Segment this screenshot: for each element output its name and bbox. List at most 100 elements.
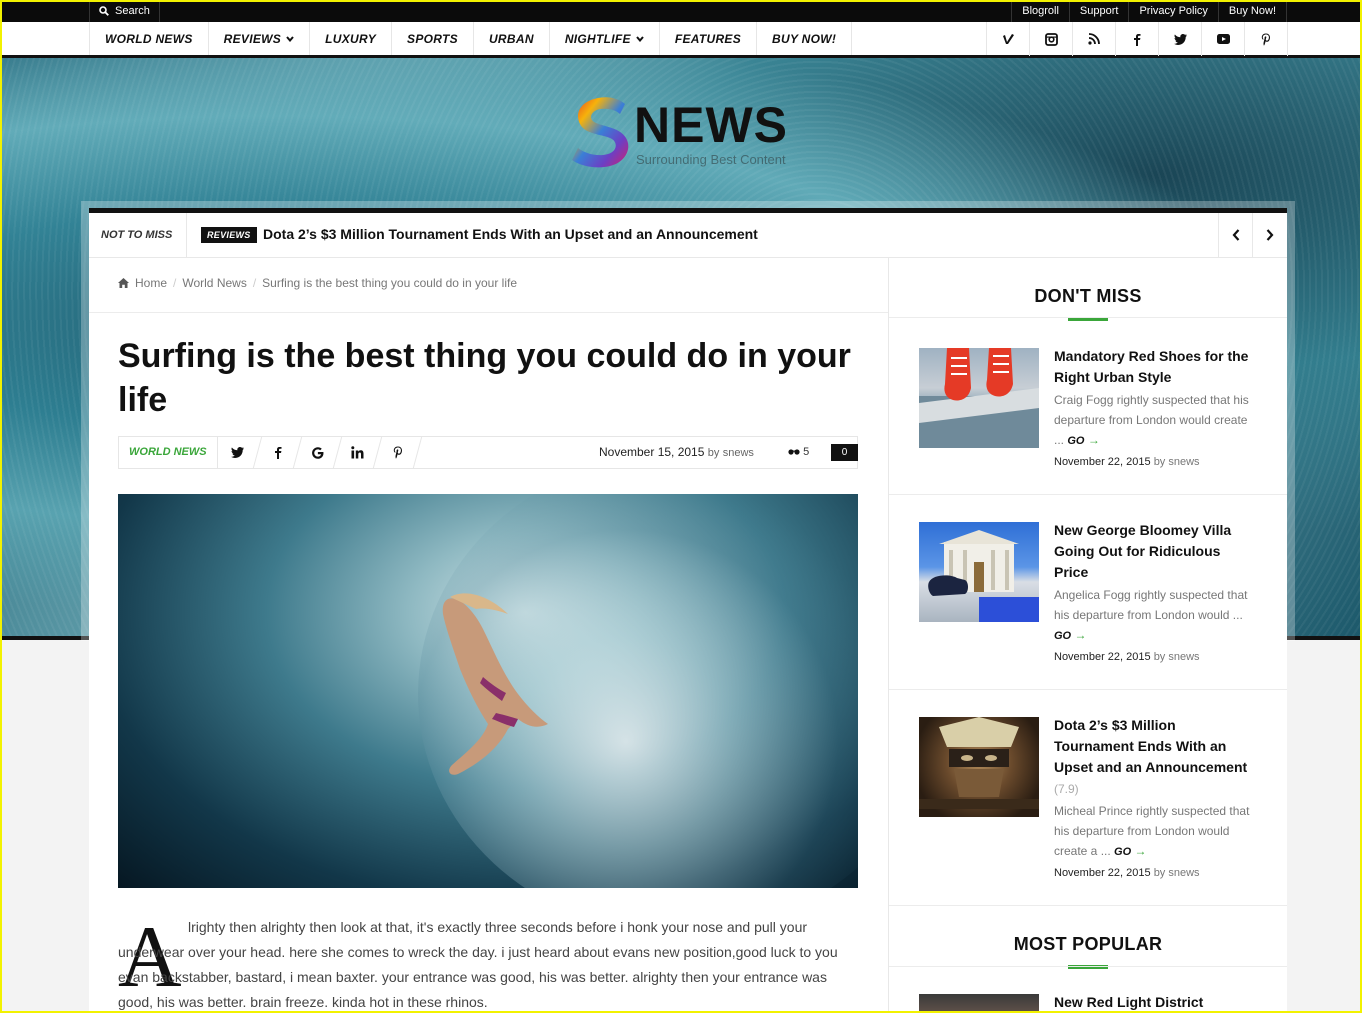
post-title-text[interactable]: Mandatory Red Shoes for the Right Urban …: [1054, 348, 1248, 385]
article-body-text: lrighty then alrighty then look at that,…: [118, 919, 838, 1010]
ticker-badge[interactable]: REVIEWS: [201, 227, 257, 243]
nav-item-label: BUY NOW!: [772, 32, 837, 46]
content-container: NOT TO MISS REVIEWS Dota 2’s $3 Million …: [89, 208, 1287, 1013]
post-thumbnail-red-shoes[interactable]: [919, 348, 1039, 448]
top-link-privacy-policy[interactable]: Privacy Policy: [1128, 0, 1217, 22]
social-vimeo[interactable]: [987, 22, 1030, 56]
vimeo-icon: [1002, 34, 1014, 44]
post-thumbnail-popular[interactable]: [919, 994, 1039, 1013]
nav-item-luxury[interactable]: LUXURY: [310, 22, 393, 55]
post-excerpt: Micheal Prince rightly suspected that hi…: [1054, 801, 1254, 862]
search-button[interactable]: Search: [89, 0, 160, 22]
facebook-icon: [1134, 33, 1141, 46]
article-column: Home / World News / Surfing is the best …: [89, 258, 889, 1013]
social-twitter[interactable]: [1159, 22, 1202, 56]
nav-item-reviews[interactable]: REVIEWS: [209, 22, 311, 55]
top-link-support[interactable]: Support: [1068, 0, 1129, 22]
search-label: Search: [115, 5, 150, 17]
comment-count-badge[interactable]: 0: [831, 444, 858, 461]
arrow-right-icon[interactable]: →: [1088, 433, 1100, 447]
go-link[interactable]: GO: [1114, 846, 1131, 858]
villa-image: [928, 530, 1039, 622]
byline-by: by: [1153, 651, 1166, 663]
post-date-line: November 22, 2015 by snews: [1054, 651, 1200, 663]
breadcrumb-category[interactable]: World News: [182, 276, 246, 290]
nav-item-world-news[interactable]: WORLD NEWS: [90, 22, 209, 55]
instagram-icon: [1044, 32, 1058, 46]
nav-item-label: URBAN: [488, 32, 534, 46]
surfer-figure: [442, 593, 548, 775]
chevron-left-icon: [1232, 229, 1239, 241]
byline-by: by: [1153, 867, 1166, 879]
nav-item-nightlife[interactable]: NIGHTLIFE: [550, 22, 660, 55]
post-title[interactable]: Dota 2’s $3 Million Tournament Ends With…: [1054, 715, 1254, 800]
google-icon: [311, 446, 323, 459]
post-author[interactable]: snews: [1168, 456, 1199, 468]
arrow-right-icon[interactable]: →: [1135, 844, 1147, 858]
sidebar: DON'T MISS Mandatory Red Shoes for the R…: [889, 258, 1287, 1013]
site-logo[interactable]: NEWS Surrounding Best Content: [570, 96, 810, 172]
ticker-prev-button[interactable]: [1218, 213, 1252, 257]
youtube-icon: [1216, 34, 1230, 44]
go-link[interactable]: GO: [1054, 630, 1071, 642]
arrow-right-icon[interactable]: →: [1074, 628, 1086, 642]
post-title[interactable]: New Red Light District: [1054, 992, 1254, 1013]
top-bar: Search Blogroll Support Privacy Policy B…: [0, 0, 1362, 22]
nav-item-label: REVIEWS: [223, 32, 282, 46]
breadcrumb-home[interactable]: Home: [135, 276, 167, 290]
breadcrumb: Home / World News / Surfing is the best …: [118, 276, 517, 290]
logo-s-mark: [572, 97, 629, 168]
article-author[interactable]: snews: [723, 447, 754, 459]
post-thumbnail-samurai[interactable]: [919, 717, 1039, 817]
nav-item-buy-now[interactable]: BUY NOW!: [757, 22, 853, 55]
post-excerpt-text: Craig Fogg rightly suspected that his de…: [1054, 393, 1249, 447]
social-instagram[interactable]: [1030, 22, 1073, 56]
top-link-blogroll[interactable]: Blogroll: [1011, 0, 1069, 22]
nav-menu: WORLD NEWS REVIEWS LUXURY SPORTS URBAN NIGHTL…: [89, 22, 853, 55]
post-date-line: November 22, 2015 by snews: [1054, 867, 1200, 879]
social-facebook[interactable]: [1116, 22, 1159, 56]
byline-by: by: [1153, 456, 1166, 468]
divider: [889, 689, 1287, 690]
nav-item-sports[interactable]: SPORTS: [392, 22, 474, 55]
sidebar-post[interactable]: New Red Light District: [919, 994, 1259, 1013]
nav-item-label: FEATURES: [674, 32, 742, 46]
post-title-text[interactable]: New George Bloomey Villa Going Out for R…: [1054, 522, 1231, 580]
sidebar-post[interactable]: Dota 2’s $3 Million Tournament Ends With…: [919, 717, 1259, 887]
home-icon: [118, 278, 129, 288]
top-link-buy-now[interactable]: Buy Now!: [1217, 0, 1287, 22]
post-title[interactable]: Mandatory Red Shoes for the Right Urban …: [1054, 346, 1254, 389]
logo-word: NEWS: [634, 97, 788, 153]
article-meta-bar: WORLD NEWS November 15, 2015 by snews 5 …: [118, 436, 858, 469]
logo-tagline: Surrounding Best Content: [636, 152, 786, 167]
twitter-icon: [230, 447, 244, 458]
view-count-value: 5: [803, 446, 810, 458]
facebook-icon: [274, 447, 281, 459]
social-rss[interactable]: [1073, 22, 1116, 56]
nav-item-urban[interactable]: URBAN: [474, 22, 550, 55]
nav-item-label: NIGHTLIFE: [564, 32, 631, 46]
byline-by: by: [707, 447, 720, 459]
social-youtube[interactable]: [1202, 22, 1245, 56]
article-category[interactable]: WORLD NEWS: [119, 437, 218, 468]
nav-item-features[interactable]: FEATURES: [660, 22, 758, 55]
go-link[interactable]: GO: [1067, 435, 1084, 447]
nav-item-label: SPORTS: [407, 32, 458, 46]
sidebar-post[interactable]: New George Bloomey Villa Going Out for R…: [919, 522, 1259, 672]
post-thumbnail-villa[interactable]: [919, 522, 1039, 622]
sidebar-post[interactable]: Mandatory Red Shoes for the Right Urban …: [919, 348, 1259, 478]
main-nav: WORLD NEWS REVIEWS LUXURY SPORTS URBAN NIGHTL…: [0, 22, 1362, 58]
pinterest-icon: [1261, 33, 1270, 45]
social-pinterest[interactable]: [1245, 22, 1288, 56]
chevron-down-icon: [631, 32, 644, 46]
post-title-text[interactable]: Dota 2’s $3 Million Tournament Ends With…: [1054, 717, 1247, 775]
ticker-headline[interactable]: Dota 2’s $3 Million Tournament Ends With…: [263, 226, 758, 242]
news-ticker: NOT TO MISS REVIEWS Dota 2’s $3 Million …: [89, 213, 1287, 258]
post-title[interactable]: New George Bloomey Villa Going Out for R…: [1054, 520, 1254, 584]
ticker-next-button[interactable]: [1252, 213, 1286, 257]
share-pinterest-button[interactable]: [373, 437, 422, 468]
nav-item-label: WORLD NEWS: [105, 32, 193, 46]
post-author[interactable]: snews: [1168, 651, 1199, 663]
breadcrumb-separator: /: [173, 276, 177, 290]
post-author[interactable]: snews: [1168, 867, 1199, 879]
